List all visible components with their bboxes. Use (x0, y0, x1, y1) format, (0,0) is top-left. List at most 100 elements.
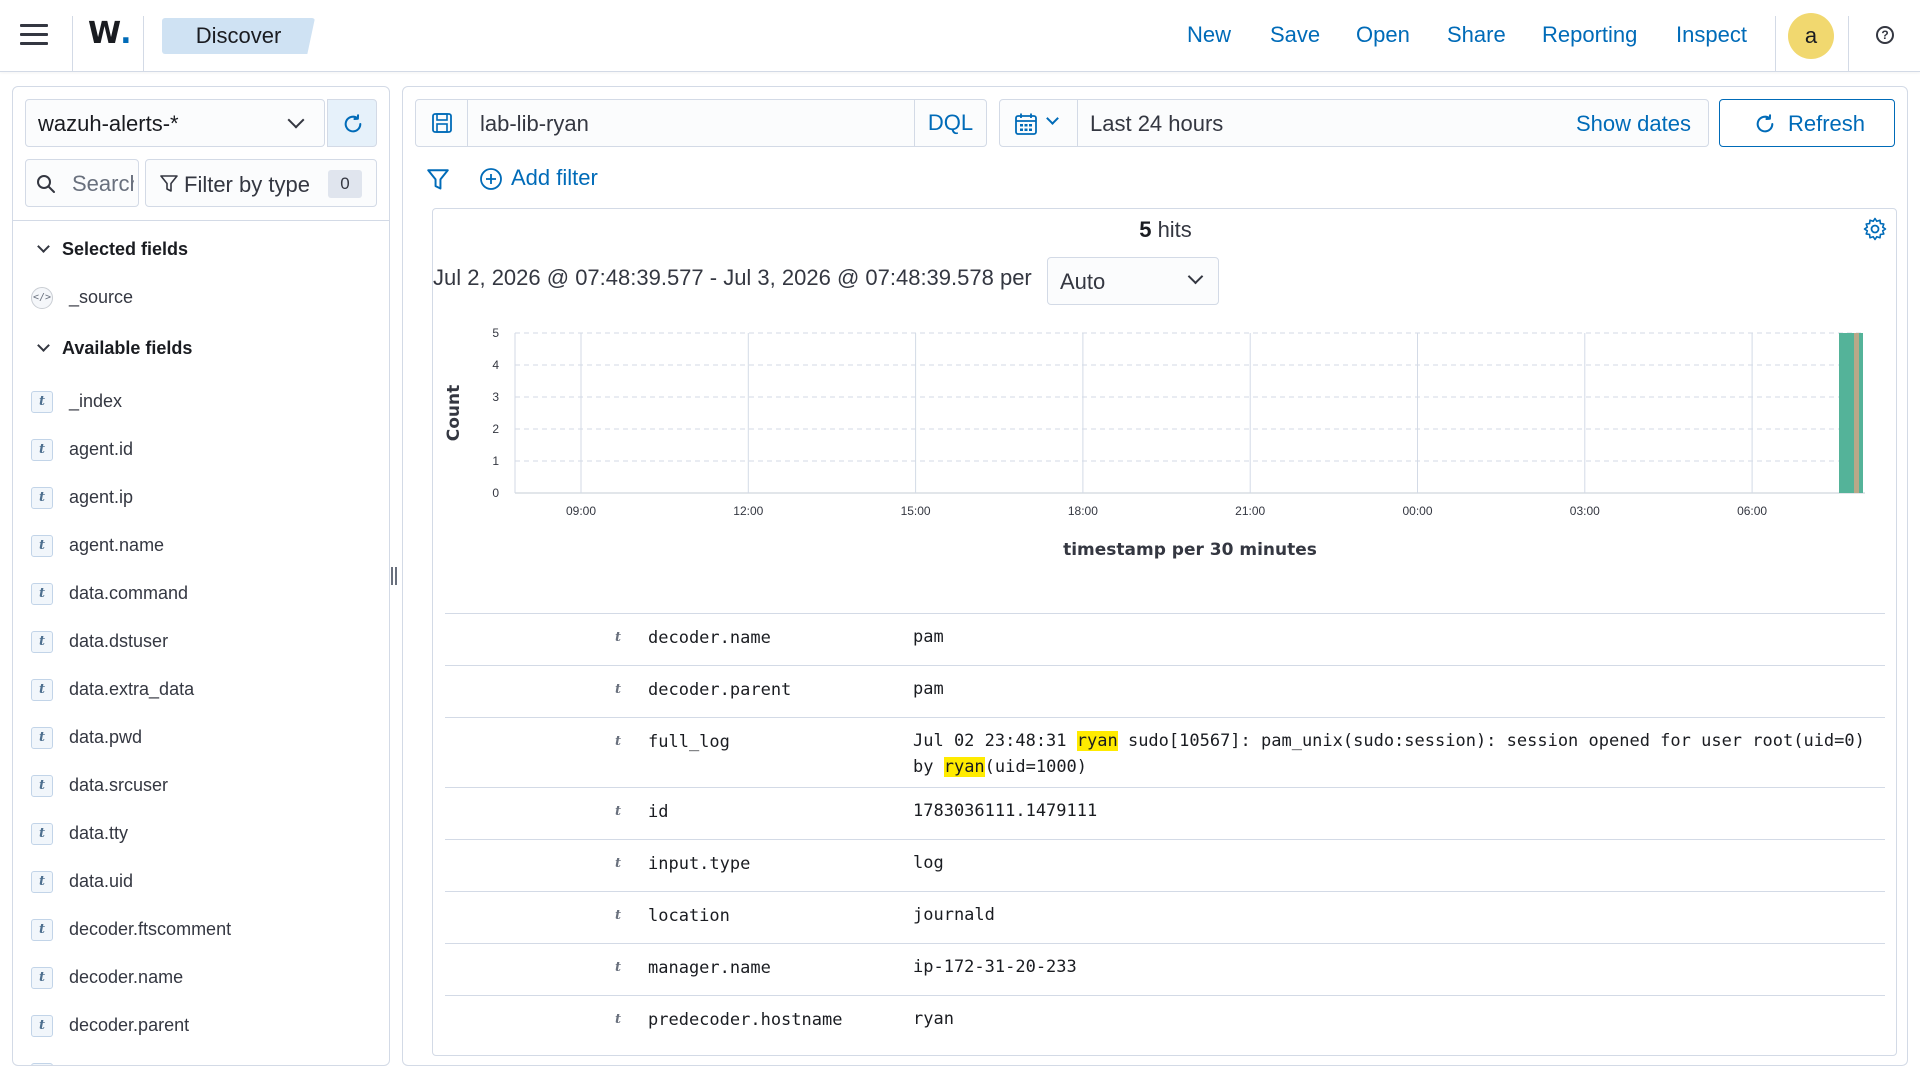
index-pattern-refresh-button[interactable] (327, 99, 377, 147)
field-item-source[interactable]: </> _source (31, 283, 371, 311)
doc-field-row[interactable]: t decoder.parent pam (445, 665, 1885, 717)
doc-field-row[interactable]: t location journald (445, 891, 1885, 943)
doc-field-row[interactable]: t id 1783036111.1479111 (445, 787, 1885, 839)
source-field-icon: </> (31, 287, 53, 309)
string-type-icon: t (615, 630, 622, 645)
doc-field-name: decoder.parent (648, 680, 792, 700)
field-item[interactable]: t decoder.parent (31, 1011, 371, 1039)
help-icon[interactable]: ? (1876, 26, 1894, 44)
document-detail-table: t decoder.name pam t decoder.parent pam t full_… (445, 613, 1885, 1047)
string-type-icon: t (31, 679, 53, 701)
doc-field-value: Jul 02 23:48:31 ryan sudo[10567]: pam_un… (913, 728, 1875, 780)
field-name: agent.id (69, 439, 134, 459)
quick-select-button[interactable] (1000, 100, 1078, 146)
search-highlight: ryan (1076, 731, 1118, 751)
y-tick-label: 5 (492, 326, 499, 340)
string-type-icon: t (31, 727, 53, 749)
filter-icon[interactable] (427, 169, 449, 191)
selected-fields-toggle[interactable]: Selected fields (35, 239, 188, 260)
doc-field-value: 1783036111.1479111 (913, 798, 1875, 824)
doc-field-row[interactable]: t predecoder.hostname ryan (445, 995, 1885, 1047)
x-tick-label: 21:00 (1235, 504, 1265, 518)
string-type-icon: t (31, 775, 53, 797)
x-tick-label: 15:00 (901, 504, 931, 518)
add-filter-label: Add filter (511, 165, 598, 190)
share-button[interactable]: Share (1447, 22, 1506, 48)
string-type-icon: t (31, 919, 53, 941)
value-text: ip-172-31-20-233 (913, 957, 1077, 977)
field-sidebar: wazuh-alerts-* Filter by type 0 Selected… (12, 86, 390, 1066)
saved-query-button[interactable] (416, 100, 468, 146)
field-item[interactable]: t data.dstuser (31, 627, 371, 655)
field-item[interactable]: t data.command (31, 579, 371, 607)
query-input[interactable]: lab-lib-ryan (480, 111, 589, 137)
string-type-icon: t (615, 682, 622, 697)
value-text: pam (913, 627, 944, 647)
x-tick-label: 03:00 (1570, 504, 1600, 518)
inspect-button[interactable]: Inspect (1676, 22, 1747, 48)
refresh-icon (1756, 114, 1774, 133)
wazuh-logo[interactable]: W. (88, 16, 132, 51)
field-item[interactable]: t (31, 1059, 371, 1065)
field-item[interactable]: t agent.id (31, 435, 371, 463)
time-picker[interactable]: Last 24 hours Show dates (999, 99, 1709, 147)
field-search-box[interactable] (25, 159, 139, 207)
save-button[interactable]: Save (1270, 22, 1320, 48)
field-item[interactable]: t agent.ip (31, 483, 371, 511)
open-button[interactable]: Open (1356, 22, 1410, 48)
field-name: data.srcuser (69, 775, 169, 795)
y-tick-label: 3 (492, 390, 499, 404)
x-tick-label: 12:00 (733, 504, 763, 518)
doc-field-row[interactable]: t input.type log (445, 839, 1885, 891)
x-tick-label: 09:00 (566, 504, 596, 518)
gear-icon[interactable] (1863, 217, 1887, 241)
time-range-label: Last 24 hours (1090, 111, 1224, 136)
field-item[interactable]: t decoder.name (31, 963, 371, 991)
filter-by-type-button[interactable]: Filter by type 0 (145, 159, 377, 207)
x-tick-label: 06:00 (1737, 504, 1767, 518)
refresh-button[interactable]: Refresh (1719, 99, 1895, 147)
query-bar[interactable]: lab-lib-ryan DQL (415, 99, 987, 147)
available-fields-toggle[interactable]: Available fields (35, 338, 192, 359)
new-button[interactable]: New (1187, 22, 1231, 48)
filter-by-type-label: Filter by type (184, 172, 310, 197)
field-item[interactable]: t data.tty (31, 819, 371, 847)
search-icon (37, 175, 55, 193)
x-axis-title: timestamp per 30 minutes (1063, 540, 1317, 560)
doc-field-name: full_log (648, 732, 730, 752)
doc-field-row[interactable]: t manager.name ip-172-31-20-233 (445, 943, 1885, 995)
header-divider (1775, 16, 1776, 72)
menu-icon[interactable] (20, 24, 48, 48)
interval-select[interactable]: Auto (1047, 257, 1219, 305)
user-avatar[interactable]: a (1788, 13, 1834, 59)
field-item[interactable]: t data.srcuser (31, 771, 371, 799)
field-item[interactable]: t decoder.ftscomment (31, 915, 371, 943)
reporting-button[interactable]: Reporting (1542, 22, 1637, 48)
hits-counter: 5 hits (433, 217, 1898, 243)
field-item[interactable]: t agent.name (31, 531, 371, 559)
string-type-icon: t (615, 734, 622, 749)
value-text: log (913, 853, 944, 873)
field-name: agent.ip (69, 487, 134, 507)
field-item[interactable]: t _index (31, 387, 371, 415)
doc-field-row[interactable]: t full_log Jul 02 23:48:31 ryan sudo[10567… (445, 717, 1885, 787)
show-dates-button[interactable]: Show dates (1576, 111, 1691, 137)
histogram-chart: 0 1 2 3 4 5 09:00 12:00 15:00 18:00 21:00 00:00 03:0… (444, 326, 1865, 560)
value-text: 1783036111.1479111 (913, 801, 1098, 821)
query-language-button[interactable]: DQL (914, 100, 986, 146)
field-name: _source (69, 287, 134, 307)
calendar-icon (1015, 113, 1037, 135)
field-search-input[interactable] (72, 170, 134, 198)
breadcrumb-discover[interactable]: Discover (162, 18, 315, 54)
doc-field-row[interactable]: t decoder.name pam (445, 613, 1885, 665)
chevron-down-icon (37, 339, 50, 352)
field-item[interactable]: t data.pwd (31, 723, 371, 751)
index-pattern-select[interactable]: wazuh-alerts-* (25, 99, 325, 147)
top-header: W. Discover New Save Open Share Reportin… (0, 0, 1920, 72)
histogram-bar[interactable] (1854, 333, 1859, 493)
sidebar-resize-handle[interactable] (391, 567, 399, 587)
field-item[interactable]: t data.extra_data (31, 675, 371, 703)
histogram-bar[interactable] (1839, 333, 1863, 493)
field-item[interactable]: t data.uid (31, 867, 371, 895)
doc-field-name: manager.name (648, 958, 771, 978)
